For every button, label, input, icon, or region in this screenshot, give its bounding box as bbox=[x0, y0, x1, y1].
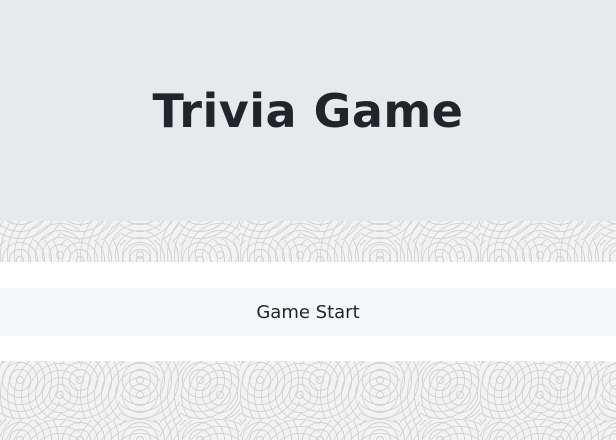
start-card: Game Start bbox=[0, 262, 616, 361]
game-start-label: Game Start bbox=[256, 301, 360, 323]
page-title: Trivia Game bbox=[152, 83, 464, 138]
game-start-button[interactable]: Game Start bbox=[0, 288, 616, 336]
header-jumbotron: Trivia Game bbox=[0, 0, 616, 221]
